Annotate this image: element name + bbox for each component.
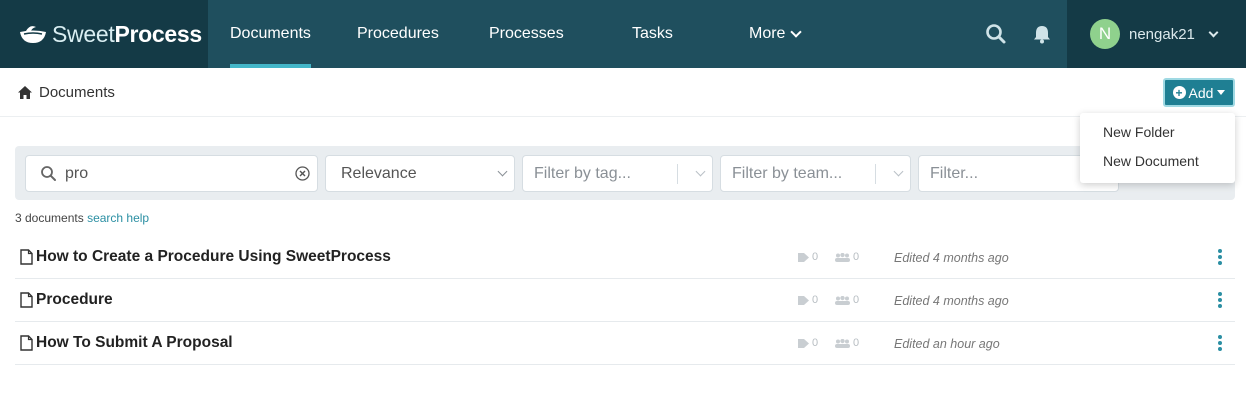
document-title-link[interactable]: Procedure (36, 291, 113, 309)
team-count: 0 (835, 251, 859, 263)
top-navbar: SweetProcess Documents Procedures Proces… (0, 0, 1246, 68)
team-count: 0 (835, 337, 859, 349)
tag-filter-input[interactable]: Filter by tag... (522, 155, 713, 192)
bell-icon[interactable] (1030, 22, 1054, 46)
tag-count-value: 0 (812, 337, 819, 349)
nav-tab-documents[interactable]: Documents (230, 0, 311, 68)
nav-tab-tasks[interactable]: Tasks (632, 0, 673, 68)
username: nengak21 (1129, 25, 1195, 43)
nav-tab-label: Processes (489, 25, 564, 42)
brand-logo-link[interactable]: SweetProcess (0, 0, 208, 68)
document-title-link[interactable]: How To Submit A Proposal (36, 334, 233, 352)
search-input[interactable]: pro (25, 155, 318, 192)
nav-tab-more[interactable]: More (749, 0, 803, 68)
nav-tab-label: Procedures (357, 25, 439, 42)
separator (677, 164, 678, 184)
team-filter-placeholder: Filter by team... (732, 164, 843, 182)
result-count: 3 documents search help (15, 211, 149, 225)
generic-filter-placeholder: Filter... (930, 164, 979, 182)
chevron-down-icon (1208, 27, 1219, 37)
search-icon (41, 166, 56, 181)
tag-icon (798, 338, 809, 348)
nav-tab-processes[interactable]: Processes (489, 0, 564, 68)
nav-tab-label: More (749, 25, 786, 42)
nav-tab-label: Tasks (632, 25, 673, 42)
caret-down-icon (1217, 90, 1226, 95)
team-count-value: 0 (853, 337, 860, 349)
tag-icon (798, 252, 809, 262)
table-row[interactable]: How To Submit A Proposal 0 0 Edited an h… (15, 322, 1235, 365)
team-icon (835, 338, 850, 348)
search-help-link[interactable]: search help (87, 211, 149, 225)
sweetprocess-logo-icon (20, 26, 46, 43)
tag-icon (798, 295, 809, 305)
separator (875, 164, 876, 184)
home-icon (18, 86, 32, 99)
document-icon (20, 249, 33, 265)
plus-circle-icon: + (1172, 86, 1186, 99)
edited-timestamp: Edited 4 months ago (894, 251, 1009, 265)
team-icon (835, 295, 850, 305)
breadcrumb-bar: Documents + Add (0, 68, 1246, 117)
document-title-link[interactable]: How to Create a Procedure Using SweetPro… (36, 248, 391, 266)
brand-name: SweetProcess (52, 20, 202, 47)
chevron-down-icon (893, 166, 904, 177)
edited-timestamp: Edited an hour ago (894, 337, 1000, 351)
team-icon (835, 252, 850, 262)
team-filter-input[interactable]: Filter by team... (720, 155, 911, 192)
edited-timestamp: Edited 4 months ago (894, 294, 1009, 308)
filter-bar: pro Relevance Filter by tag... Filter by… (15, 146, 1235, 200)
search-icon[interactable] (984, 22, 1008, 46)
team-count: 0 (835, 294, 859, 306)
search-input-value: pro (65, 164, 89, 182)
nav-tab-procedures[interactable]: Procedures (357, 0, 439, 68)
tag-count-value: 0 (812, 251, 819, 263)
document-icon (20, 292, 33, 308)
chevron-down-icon (695, 166, 706, 177)
tag-count: 0 (798, 294, 818, 306)
page-title: Documents (39, 84, 115, 101)
chevron-down-icon (790, 25, 803, 38)
document-icon (20, 335, 33, 351)
table-row[interactable]: Procedure 0 0 Edited 4 months ago (15, 279, 1235, 322)
row-actions-kebab-icon[interactable] (1216, 335, 1224, 353)
add-dropdown-menu: New Folder New Document (1080, 113, 1235, 183)
tag-count-value: 0 (812, 294, 819, 306)
team-count-value: 0 (853, 294, 860, 306)
result-count-text: 3 documents (15, 211, 84, 225)
menu-item-new-folder[interactable]: New Folder (1080, 123, 1235, 152)
row-actions-kebab-icon[interactable] (1216, 249, 1224, 267)
tag-filter-placeholder: Filter by tag... (534, 164, 631, 182)
tag-count: 0 (798, 337, 818, 349)
table-row[interactable]: How to Create a Procedure Using SweetPro… (15, 236, 1235, 279)
breadcrumb[interactable]: Documents (17, 84, 115, 101)
team-count-value: 0 (853, 251, 860, 263)
add-button[interactable]: + Add (1163, 78, 1235, 107)
sort-select[interactable]: Relevance (325, 155, 515, 192)
menu-item-new-document[interactable]: New Document (1080, 152, 1235, 181)
row-actions-kebab-icon[interactable] (1216, 292, 1224, 310)
add-button-label: Add (1188, 84, 1214, 101)
sort-select-value: Relevance (341, 164, 417, 182)
tag-count: 0 (798, 251, 818, 263)
chevron-down-icon (497, 166, 508, 177)
user-menu[interactable]: N nengak21 (1067, 0, 1246, 68)
avatar: N (1090, 19, 1120, 49)
nav-tab-label: Documents (230, 25, 311, 42)
clear-search-icon[interactable] (294, 165, 311, 182)
